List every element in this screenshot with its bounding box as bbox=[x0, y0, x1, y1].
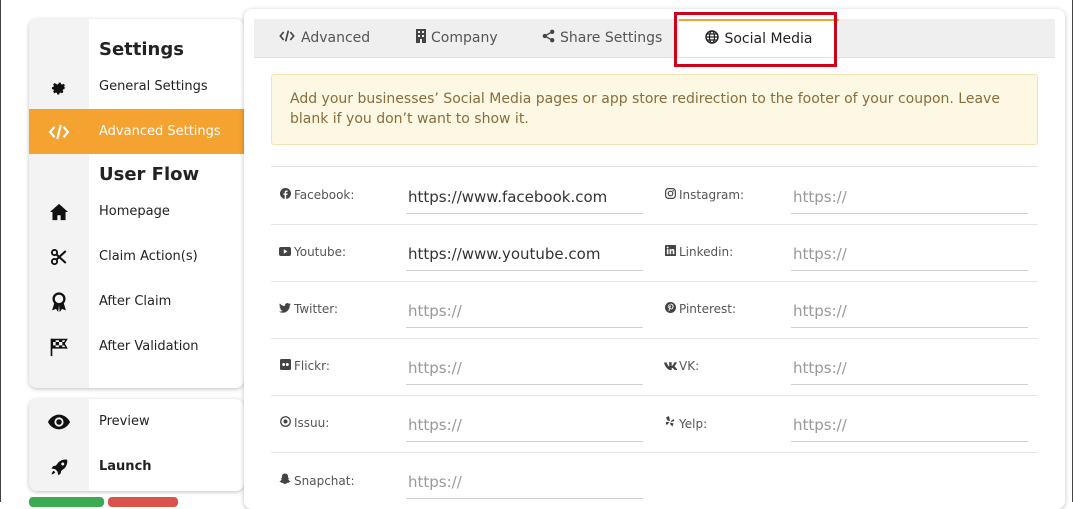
sidebar-item-label: Launch bbox=[99, 459, 152, 474]
instagram-label-text: Instagram: bbox=[679, 188, 745, 202]
gear-icon bbox=[29, 64, 89, 109]
tab-label: Company bbox=[431, 30, 498, 46]
checkered-flag-icon bbox=[29, 324, 89, 369]
field-row: Twitter: Pinterest: bbox=[271, 281, 1038, 339]
tab-label: Social Media bbox=[724, 31, 813, 47]
bottom-green-button[interactable] bbox=[29, 497, 104, 507]
sidebar-item-claim-actions[interactable]: Claim Action(s) bbox=[29, 234, 244, 279]
twitter-icon bbox=[279, 302, 291, 316]
yelp-icon bbox=[664, 416, 676, 431]
building-icon bbox=[416, 29, 426, 47]
sidebar-item-label: Homepage bbox=[99, 204, 170, 219]
award-icon bbox=[29, 279, 89, 324]
instagram-url-input[interactable] bbox=[791, 180, 1028, 214]
user-flow-section-title: User Flow bbox=[99, 164, 200, 185]
issuu-url-input[interactable] bbox=[406, 408, 643, 442]
sidebar-item-advanced-settings[interactable]: Advanced Settings bbox=[29, 109, 244, 154]
sidebar-item-label: Preview bbox=[99, 414, 150, 429]
vk-label: VK: bbox=[664, 359, 699, 373]
flickr-url-input[interactable] bbox=[406, 351, 643, 385]
social-media-notice: Add your businesses’ Social Media pages … bbox=[271, 74, 1038, 145]
home-icon bbox=[29, 189, 89, 234]
issuu-icon bbox=[279, 416, 291, 430]
snapchat-icon bbox=[279, 473, 291, 488]
sidebar-item-label: Claim Action(s) bbox=[99, 249, 198, 264]
linkedin-label: Linkedin: bbox=[664, 245, 733, 259]
snapchat-url-input[interactable] bbox=[406, 465, 643, 499]
yelp-url-input[interactable] bbox=[791, 408, 1028, 442]
field-row: Snapchat: bbox=[271, 452, 1038, 509]
snapchat-label: Snapchat: bbox=[279, 473, 355, 488]
youtube-icon bbox=[279, 246, 291, 259]
vk-icon bbox=[664, 360, 678, 373]
youtube-label: Youtube: bbox=[279, 245, 346, 259]
sidebar-item-after-claim[interactable]: After Claim bbox=[29, 279, 244, 324]
yelp-label: Yelp: bbox=[664, 416, 707, 431]
sidebar-item-label: After Claim bbox=[99, 294, 172, 309]
sidebar-item-label: General Settings bbox=[99, 79, 208, 94]
vk-label-text: VK: bbox=[679, 359, 700, 373]
flickr-label-text: Flickr: bbox=[294, 359, 330, 373]
issuu-label-text: Issuu: bbox=[294, 416, 330, 430]
field-row: Issuu: Yelp: bbox=[271, 395, 1038, 453]
twitter-url-input[interactable] bbox=[406, 294, 643, 328]
tab-bar: Advanced Company Share Settings Social M… bbox=[254, 19, 1055, 58]
sidebar-item-general-settings[interactable]: General Settings bbox=[29, 64, 244, 109]
tab-social-media[interactable]: Social Media bbox=[679, 19, 839, 57]
bottom-red-button[interactable] bbox=[108, 497, 178, 507]
sidebar-item-launch[interactable]: Launch bbox=[29, 444, 244, 489]
tab-company[interactable]: Company bbox=[416, 19, 498, 57]
linkedin-label-text: Linkedin: bbox=[679, 245, 734, 259]
pinterest-url-input[interactable] bbox=[791, 294, 1028, 328]
sidebar-item-label: After Validation bbox=[99, 339, 199, 354]
facebook-label: Facebook: bbox=[279, 188, 354, 202]
flickr-label: Flickr: bbox=[279, 359, 330, 373]
vk-url-input[interactable] bbox=[791, 351, 1028, 385]
tab-advanced[interactable]: Advanced bbox=[278, 19, 370, 57]
sidebar-item-label: Advanced Settings bbox=[99, 124, 221, 139]
instagram-icon bbox=[664, 188, 676, 202]
tab-label: Advanced bbox=[301, 30, 371, 46]
issuu-label: Issuu: bbox=[279, 416, 329, 430]
youtube-url-input[interactable] bbox=[406, 237, 643, 271]
rocket-icon bbox=[29, 444, 89, 489]
field-row: Facebook: Instagram: bbox=[271, 167, 1038, 225]
tab-label: Share Settings bbox=[560, 30, 663, 46]
code-icon bbox=[278, 30, 296, 46]
snapchat-label-text: Snapchat: bbox=[294, 473, 355, 488]
field-row: Flickr: VK: bbox=[271, 338, 1038, 396]
instagram-label: Instagram: bbox=[664, 188, 744, 202]
twitter-label: Twitter: bbox=[279, 302, 338, 316]
twitter-label-text: Twitter: bbox=[294, 302, 339, 316]
facebook-icon bbox=[279, 188, 291, 202]
pinterest-icon bbox=[664, 302, 676, 316]
main-panel: Advanced Company Share Settings Social M… bbox=[244, 9, 1065, 509]
field-row: Youtube: Linkedin: bbox=[271, 224, 1038, 282]
scissors-icon bbox=[29, 234, 89, 279]
settings-sidebar: Settings General Settings Advanced Setti… bbox=[29, 19, 244, 388]
youtube-label-text: Youtube: bbox=[294, 245, 347, 259]
yelp-label-text: Yelp: bbox=[679, 416, 708, 431]
code-icon bbox=[29, 109, 89, 154]
linkedin-icon bbox=[664, 245, 676, 259]
sidebar-item-after-validation[interactable]: After Validation bbox=[29, 324, 244, 369]
facebook-label-text: Facebook: bbox=[294, 188, 355, 202]
globe-icon bbox=[705, 30, 720, 48]
pinterest-label-text: Pinterest: bbox=[679, 302, 737, 316]
flickr-icon bbox=[279, 359, 291, 373]
pinterest-label: Pinterest: bbox=[664, 302, 736, 316]
facebook-url-input[interactable] bbox=[406, 180, 643, 214]
sidebar-item-homepage[interactable]: Homepage bbox=[29, 189, 244, 234]
settings-section-title: Settings bbox=[99, 39, 184, 60]
sidebar-item-preview[interactable]: Preview bbox=[29, 399, 244, 444]
eye-icon bbox=[29, 399, 89, 444]
tab-share-settings[interactable]: Share Settings bbox=[542, 19, 662, 57]
launch-sidebar: Preview Launch bbox=[29, 399, 244, 491]
share-icon bbox=[542, 29, 555, 47]
linkedin-url-input[interactable] bbox=[791, 237, 1028, 271]
